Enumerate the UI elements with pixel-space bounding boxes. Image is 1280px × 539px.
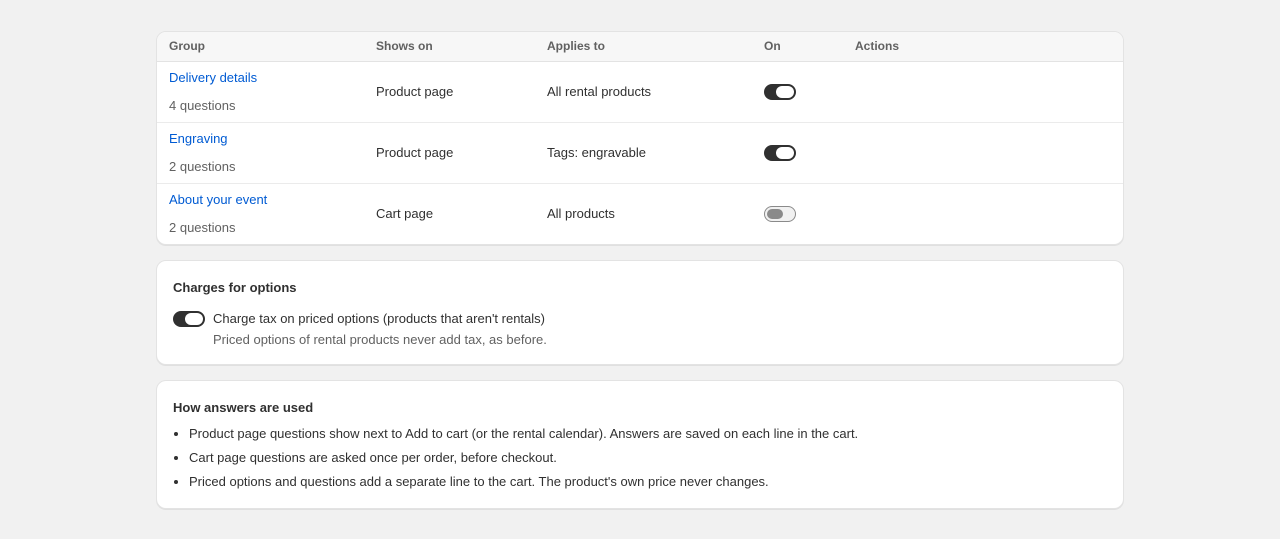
table-header-row: Group Shows on Applies to On Actions [157,32,1123,62]
actions-cell [843,121,1123,183]
column-header-actions: Actions [843,32,1123,62]
charge-tax-help-text: Priced options of rental products never … [213,332,547,347]
question-groups-card: Group Shows on Applies to On Actions Del… [156,31,1124,245]
on-cell [752,121,843,183]
actions-cell [843,182,1123,244]
list-item: Priced options and questions add a separ… [189,474,1107,490]
how-answers-list: Product page questions show next to Add … [173,426,1107,490]
on-cell [752,61,843,122]
column-header-on: On [752,32,843,62]
how-answers-used-card: How answers are used Product page questi… [156,380,1124,509]
charge-tax-toggle[interactable] [173,311,205,327]
question-groups-table: Group Shows on Applies to On Actions Del… [157,32,1123,244]
charge-tax-label: Charge tax on priced options (products t… [213,311,545,326]
actions-cell [843,61,1123,122]
table-row: About your event 2 questions Cart page A… [157,182,1123,244]
on-cell [752,182,843,244]
shows-on-cell: Product page [376,84,454,99]
charges-title: Charges for options [173,280,297,295]
group-enabled-toggle[interactable] [764,83,796,100]
group-question-count: 2 questions [169,158,236,174]
group-name-link[interactable]: Delivery details [169,70,352,86]
group-enabled-toggle[interactable] [764,206,796,223]
group-name-link[interactable]: About your event [169,192,352,208]
list-item: Product page questions show next to Add … [189,426,1107,442]
table-row: Engraving 2 questions Product page Tags:… [157,121,1123,183]
group-cell: Engraving 2 questions [157,121,364,183]
settings-content: Group Shows on Applies to On Actions Del… [156,31,1124,509]
column-header-group: Group [157,32,364,62]
column-header-applies-to: Applies to [535,32,752,62]
group-question-count: 4 questions [169,97,236,113]
how-answers-title: How answers are used [173,400,314,415]
group-cell: Delivery details 4 questions [157,61,364,122]
group-name-link[interactable]: Engraving [169,131,352,147]
list-item: Cart page questions are asked once per o… [189,450,1107,466]
table-row: Delivery details 4 questions Product pag… [157,61,1123,122]
column-header-shows-on: Shows on [364,32,535,62]
charge-tax-setting: Charge tax on priced options (products t… [173,311,1107,348]
applies-to-cell: Tags: engravable [535,121,752,183]
applies-to-cell: All products [535,182,752,244]
group-enabled-toggle[interactable] [764,144,796,161]
applies-to-cell: All rental products [547,84,652,99]
shows-on-cell: Cart page [364,182,535,244]
charges-for-options-card: Charges for options Charge tax on priced… [156,260,1124,365]
shows-on-cell: Product page [364,121,535,183]
group-question-count: 2 questions [169,219,236,235]
group-cell: About your event 2 questions [157,182,364,244]
